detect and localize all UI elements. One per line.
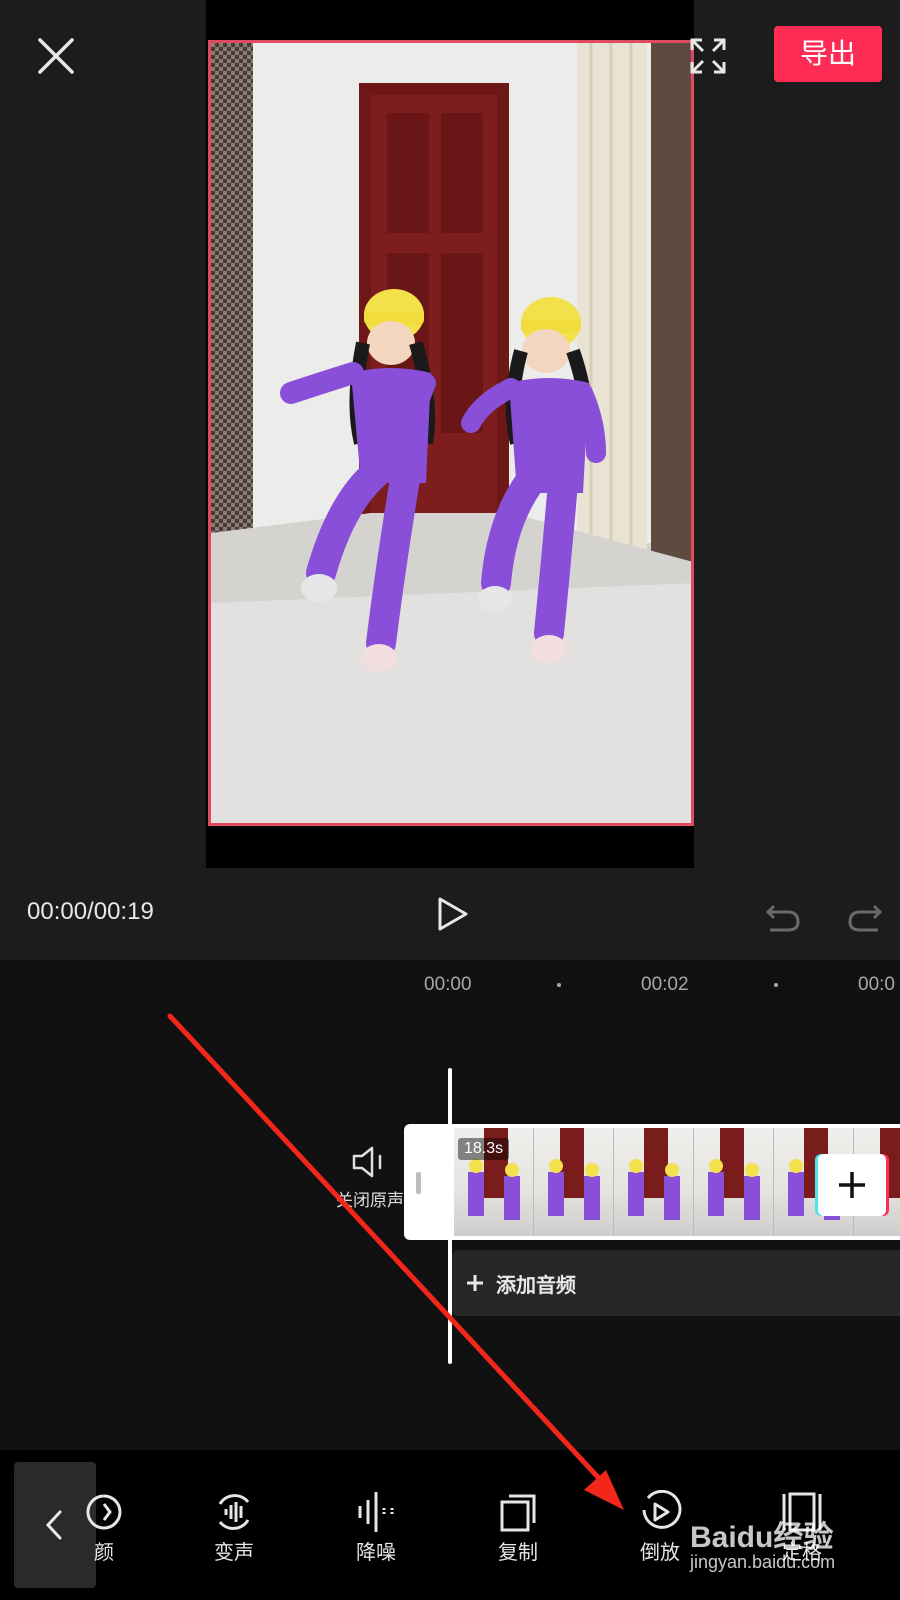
video-preview-area: 导出 xyxy=(0,0,900,870)
tool-label: 降噪 xyxy=(356,1540,396,1564)
clip-duration-badge: 18.3s xyxy=(458,1138,510,1160)
ruler-label: 00:0 xyxy=(858,974,895,995)
clip-thumbnail xyxy=(694,1128,774,1236)
fullscreen-icon xyxy=(690,38,726,74)
redo-button[interactable] xyxy=(846,896,886,936)
undo-button[interactable] xyxy=(762,896,802,936)
video-scene xyxy=(211,43,691,823)
tool-label: 定格 xyxy=(782,1540,822,1564)
clip-thumbnail xyxy=(534,1128,614,1236)
play-button[interactable] xyxy=(432,894,472,934)
add-clip-button[interactable] xyxy=(818,1154,886,1216)
tool-color[interactable]: 颜 xyxy=(54,1450,154,1600)
clip-trim-handle[interactable] xyxy=(416,1172,421,1194)
tool-reverse[interactable]: 倒放 xyxy=(610,1450,710,1600)
undo-icon xyxy=(765,904,800,932)
playback-time: 00:00/00:19 xyxy=(27,898,154,925)
mute-label: 关闭原声 xyxy=(336,1191,404,1211)
close-icon xyxy=(38,38,74,74)
ruler-label: 00:00 xyxy=(424,974,472,995)
reverse-icon xyxy=(642,1490,682,1529)
tool-freeze-frame[interactable]: 定格 xyxy=(752,1450,852,1600)
timeline[interactable]: 00:00 00:02 00:0 关闭原声 18.3s 添加音频 xyxy=(0,960,900,1450)
ruler-dot xyxy=(774,983,778,987)
tool-noise-reduction[interactable]: 降噪 xyxy=(326,1450,426,1600)
clip-thumbnail xyxy=(614,1128,694,1236)
tool-label: 复制 xyxy=(498,1540,538,1564)
ruler-label: 00:02 xyxy=(641,974,689,995)
speaker-icon xyxy=(352,1146,382,1178)
video-frame-image[interactable] xyxy=(208,40,694,826)
plus-icon xyxy=(467,1275,483,1291)
add-audio-button[interactable]: 添加音频 xyxy=(452,1250,900,1316)
noise-reduction-icon xyxy=(358,1492,394,1532)
tool-voice-change[interactable]: 变声 xyxy=(184,1450,284,1600)
add-audio-label: 添加音频 xyxy=(496,1273,576,1297)
freeze-frame-icon xyxy=(782,1492,822,1532)
playback-bar: 00:00/00:19 xyxy=(0,870,900,960)
fullscreen-button[interactable] xyxy=(688,36,728,76)
copy-icon xyxy=(500,1494,536,1532)
mute-original-audio-button[interactable]: 关闭原声 xyxy=(330,1140,410,1211)
voice-change-icon xyxy=(218,1494,250,1530)
export-button[interactable]: 导出 xyxy=(774,26,882,82)
color-icon xyxy=(86,1494,122,1530)
tool-copy[interactable]: 复制 xyxy=(468,1450,568,1600)
edit-toolbar: 颜 变声 降噪 复制 倒放 定格 xyxy=(0,1450,900,1600)
redo-icon xyxy=(848,904,883,932)
tool-label: 变声 xyxy=(214,1540,254,1564)
close-button[interactable] xyxy=(34,34,78,78)
plus-icon xyxy=(839,1172,865,1198)
ruler-dot xyxy=(557,983,561,987)
playhead[interactable] xyxy=(448,1068,452,1364)
tool-label: 颜 xyxy=(94,1540,114,1564)
tool-label: 倒放 xyxy=(640,1540,680,1564)
play-icon xyxy=(438,897,468,931)
